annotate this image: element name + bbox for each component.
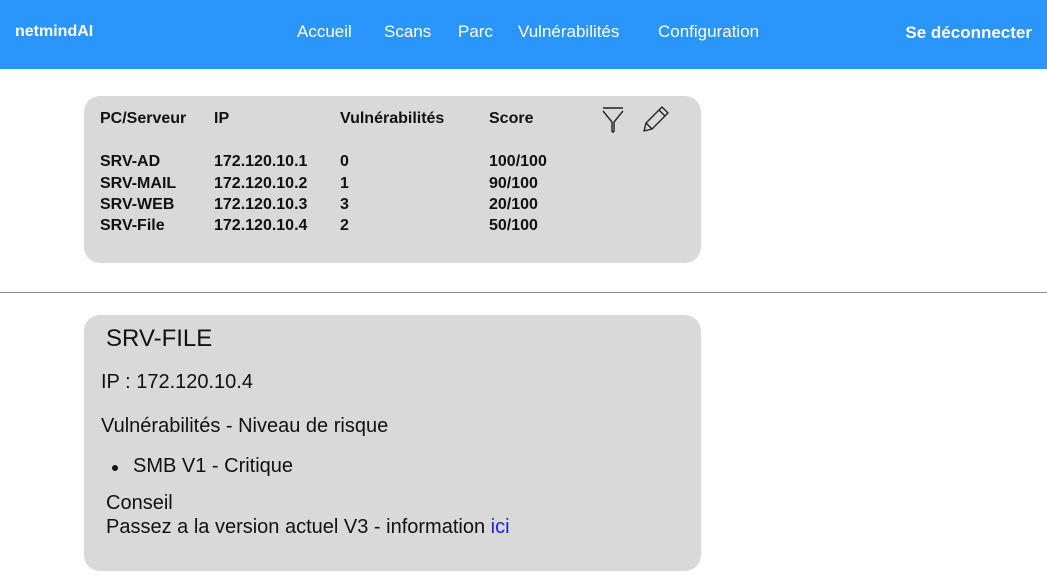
cell-vulnerabilities: 3 bbox=[340, 196, 349, 213]
column-header-ip: IP bbox=[214, 110, 230, 127]
advice-text: Passez a la version actuel V3 - informat… bbox=[106, 516, 510, 539]
information-link[interactable]: ici bbox=[491, 516, 510, 538]
section-divider bbox=[0, 292, 1047, 293]
cell-name: SRV-WEB bbox=[100, 196, 175, 213]
nav-scans[interactable]: Scans bbox=[384, 22, 431, 42]
cell-score: 90/100 bbox=[489, 175, 538, 192]
cell-name: SRV-File bbox=[100, 217, 165, 234]
nav-configuration[interactable]: Configuration bbox=[658, 22, 759, 42]
vulnerabilities-heading: Vulnérabilités - Niveau de risque bbox=[101, 415, 389, 437]
advice-heading: Conseil bbox=[106, 492, 173, 514]
cell-score: 100/100 bbox=[489, 153, 547, 170]
cell-ip: 172.120.10.3 bbox=[214, 196, 308, 213]
server-table-card: PC/Serveur IP Vulnérabilités Score SRV-A… bbox=[84, 96, 701, 263]
detail-ip: IP : 172.120.10.4 bbox=[101, 371, 253, 393]
cell-vulnerabilities: 1 bbox=[340, 175, 349, 192]
nav-vulnerabilites[interactable]: Vulnérabilités bbox=[518, 22, 619, 42]
detail-title: SRV-FILE bbox=[106, 325, 213, 352]
bullet-icon bbox=[112, 465, 118, 471]
nav-parc[interactable]: Parc bbox=[458, 22, 493, 42]
filter-icon[interactable] bbox=[600, 104, 626, 134]
nav-accueil[interactable]: Accueil bbox=[297, 22, 352, 42]
column-header-score: Score bbox=[489, 110, 534, 127]
advice-body: Passez a la version actuel V3 - informat… bbox=[106, 516, 491, 538]
top-navbar: netmindAI Accueil Scans Parc Vulnérabili… bbox=[0, 0, 1047, 69]
cell-ip: 172.120.10.2 bbox=[214, 175, 308, 192]
cell-vulnerabilities: 2 bbox=[340, 217, 349, 234]
vulnerability-item: SMB V1 - Critique bbox=[133, 455, 294, 477]
logout-button[interactable]: Se déconnecter bbox=[905, 23, 1032, 43]
cell-ip: 172.120.10.1 bbox=[214, 153, 308, 170]
column-header-pc-serveur: PC/Serveur bbox=[100, 110, 187, 127]
column-header-vulnerabilites: Vulnérabilités bbox=[340, 110, 445, 127]
server-detail-card: SRV-FILE IP : 172.120.10.4 Vulnérabilité… bbox=[84, 315, 701, 571]
cell-name: SRV-AD bbox=[100, 153, 161, 170]
cell-score: 50/100 bbox=[489, 217, 538, 234]
edit-pencil-icon[interactable] bbox=[640, 102, 672, 136]
cell-ip: 172.120.10.4 bbox=[214, 217, 308, 234]
cell-vulnerabilities: 0 bbox=[340, 153, 349, 170]
cell-score: 20/100 bbox=[489, 196, 538, 213]
cell-name: SRV-MAIL bbox=[100, 175, 177, 192]
brand-logo[interactable]: netmindAI bbox=[15, 23, 93, 41]
